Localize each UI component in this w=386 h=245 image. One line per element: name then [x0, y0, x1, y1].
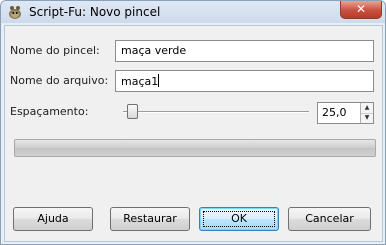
- brush-name-input[interactable]: maça verde: [115, 40, 374, 62]
- brush-name-label: Nome do pincel:: [10, 44, 100, 57]
- file-name-value: maça1: [121, 75, 159, 88]
- cancel-button-label: Cancelar: [305, 212, 354, 225]
- file-name-input[interactable]: maça1: [115, 70, 374, 92]
- spacing-spinbutton[interactable]: 25,0 ▲ ▼: [317, 102, 374, 124]
- spacing-slider-track[interactable]: [123, 111, 309, 113]
- ok-button-label: OK: [231, 212, 247, 225]
- dialog-window: Script-Fu: Novo pincel ✕ Nome do pincel:…: [0, 0, 386, 245]
- help-button[interactable]: Ajuda: [13, 207, 93, 231]
- close-button[interactable]: ✕: [340, 1, 382, 19]
- cancel-button[interactable]: Cancelar: [288, 207, 371, 231]
- text-cursor: [158, 74, 160, 87]
- window-title: Script-Fu: Novo pincel: [29, 5, 161, 19]
- spacing-value: 25,0: [322, 106, 347, 119]
- close-icon: ✕: [355, 2, 367, 16]
- spacing-label: Espaçamento:: [10, 105, 89, 118]
- spacing-slider-handle[interactable]: [127, 104, 138, 119]
- reset-button[interactable]: Restaurar: [110, 207, 190, 231]
- title-bar[interactable]: Script-Fu: Novo pincel ✕: [1, 1, 385, 23]
- reset-button-label: Restaurar: [123, 212, 177, 225]
- progress-bar: [14, 139, 376, 157]
- spin-buttons: ▲ ▼: [360, 103, 373, 123]
- file-name-label: Nome do arquivo:: [10, 74, 109, 87]
- gimp-wilber-icon: [7, 5, 23, 20]
- brush-name-value: maça verde: [121, 44, 187, 57]
- spin-down-arrow-icon[interactable]: ▼: [361, 113, 373, 123]
- help-button-label: Ajuda: [37, 212, 69, 225]
- dialog-content: Nome do pincel: maça verde Nome do arqui…: [4, 25, 383, 242]
- ok-button[interactable]: OK: [199, 207, 279, 231]
